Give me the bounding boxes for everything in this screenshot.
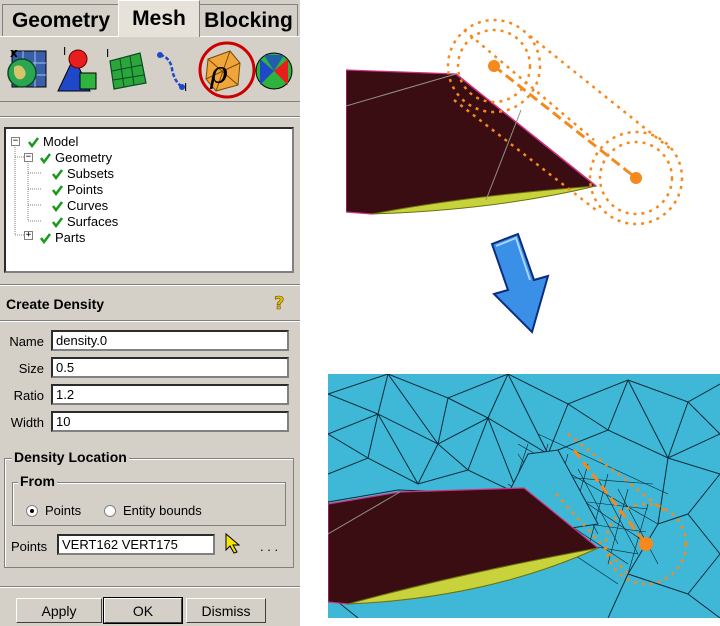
tab-bar: Geometry Mesh Blocking	[0, 0, 300, 37]
tree-item-surfaces[interactable]: Surfaces	[52, 213, 118, 229]
points-selection-field[interactable]: VERT162 VERT175	[57, 534, 215, 555]
points-radio-label: Points	[45, 503, 82, 518]
from-label: From	[18, 473, 57, 489]
mesh-result-view	[328, 374, 720, 618]
ok-button[interactable]: OK	[103, 597, 183, 624]
help-question-icon[interactable]: ?	[272, 292, 290, 314]
checkbox-checked-icon[interactable]	[40, 232, 51, 244]
tree-label-subsets: Subsets	[67, 165, 114, 181]
tree-label-surfaces: Surfaces	[67, 213, 119, 229]
tab-blocking[interactable]: Blocking	[199, 4, 298, 36]
tab-geometry[interactable]: Geometry	[2, 4, 120, 36]
arrow-down-icon	[490, 232, 550, 334]
global-mesh-setup-icon[interactable]: x	[4, 45, 50, 95]
svg-text:?: ?	[274, 293, 284, 314]
surface-mesh-setup-icon[interactable]: I	[104, 45, 150, 95]
entity-bounds-radio-label: Entity bounds	[123, 503, 202, 518]
density-location-label: Density Location	[12, 449, 129, 465]
tree-label-points: Points	[67, 181, 104, 197]
tree-label-model: Model	[43, 133, 79, 149]
apply-button[interactable]: Apply	[16, 598, 102, 623]
tree-collapse-model[interactable]: −	[11, 137, 20, 146]
tree-label-geometry: Geometry	[55, 149, 113, 165]
svg-text:I: I	[106, 47, 109, 60]
separator	[0, 586, 300, 588]
tree-label-curves: Curves	[67, 197, 109, 213]
points-selection-label: Points	[11, 539, 48, 554]
part-mesh-setup-icon[interactable]: I	[54, 45, 100, 95]
checkbox-checked-icon[interactable]	[52, 216, 63, 228]
entity-bounds-radio[interactable]	[104, 505, 116, 517]
density-highlight-circle	[198, 41, 256, 99]
checkbox-checked-icon[interactable]	[52, 200, 63, 212]
checkbox-checked-icon[interactable]	[28, 136, 39, 148]
tree-item-parts[interactable]: Parts	[40, 229, 85, 245]
width-label: Width	[10, 415, 44, 430]
tree-expand-parts[interactable]: +	[24, 231, 33, 240]
mesh-panel: Geometry Mesh Blocking x I I I ρ − − + M…	[0, 0, 300, 626]
separator	[0, 284, 300, 286]
size-field[interactable]: 0.5	[51, 357, 289, 378]
more-options-ellipsis[interactable]: . . .	[260, 539, 278, 554]
mesh-toolbar: x I I I ρ	[0, 36, 300, 102]
curve-mesh-setup-icon[interactable]: I	[152, 45, 198, 95]
ratio-field[interactable]: 1.2	[51, 384, 289, 405]
dismiss-button[interactable]: Dismiss	[186, 598, 266, 623]
tree-item-geometry[interactable]: Geometry	[40, 149, 112, 165]
form-title: Create Density	[6, 296, 105, 312]
tree-label-parts: Parts	[55, 229, 86, 245]
checkbox-checked-icon[interactable]	[52, 168, 63, 180]
build-topology-icon[interactable]	[252, 45, 298, 95]
tree-item-curves[interactable]: Curves	[52, 197, 108, 213]
name-field[interactable]: density.0	[51, 330, 289, 351]
checkbox-checked-icon[interactable]	[40, 152, 51, 164]
checkbox-checked-icon[interactable]	[52, 184, 63, 196]
size-label: Size	[18, 361, 44, 376]
tree-item-points[interactable]: Points	[52, 181, 103, 197]
svg-text:I: I	[63, 45, 66, 58]
points-radio[interactable]	[26, 505, 38, 517]
model-tree: − − + Model Geometry Subsets Points Curv…	[4, 127, 294, 273]
separator	[0, 116, 300, 118]
name-label: Name	[9, 334, 44, 349]
svg-text:I: I	[184, 81, 187, 94]
tree-collapse-geometry[interactable]: −	[24, 153, 33, 162]
ratio-label: Ratio	[13, 388, 44, 403]
select-cursor-icon[interactable]	[222, 532, 244, 554]
width-field[interactable]: 10	[51, 411, 289, 432]
tree-item-subsets[interactable]: Subsets	[52, 165, 114, 181]
svg-text:x: x	[10, 46, 18, 60]
tree-item-model[interactable]: Model	[28, 133, 78, 149]
geometry-view	[346, 18, 684, 226]
tab-mesh[interactable]: Mesh	[118, 0, 200, 37]
separator	[0, 320, 300, 322]
